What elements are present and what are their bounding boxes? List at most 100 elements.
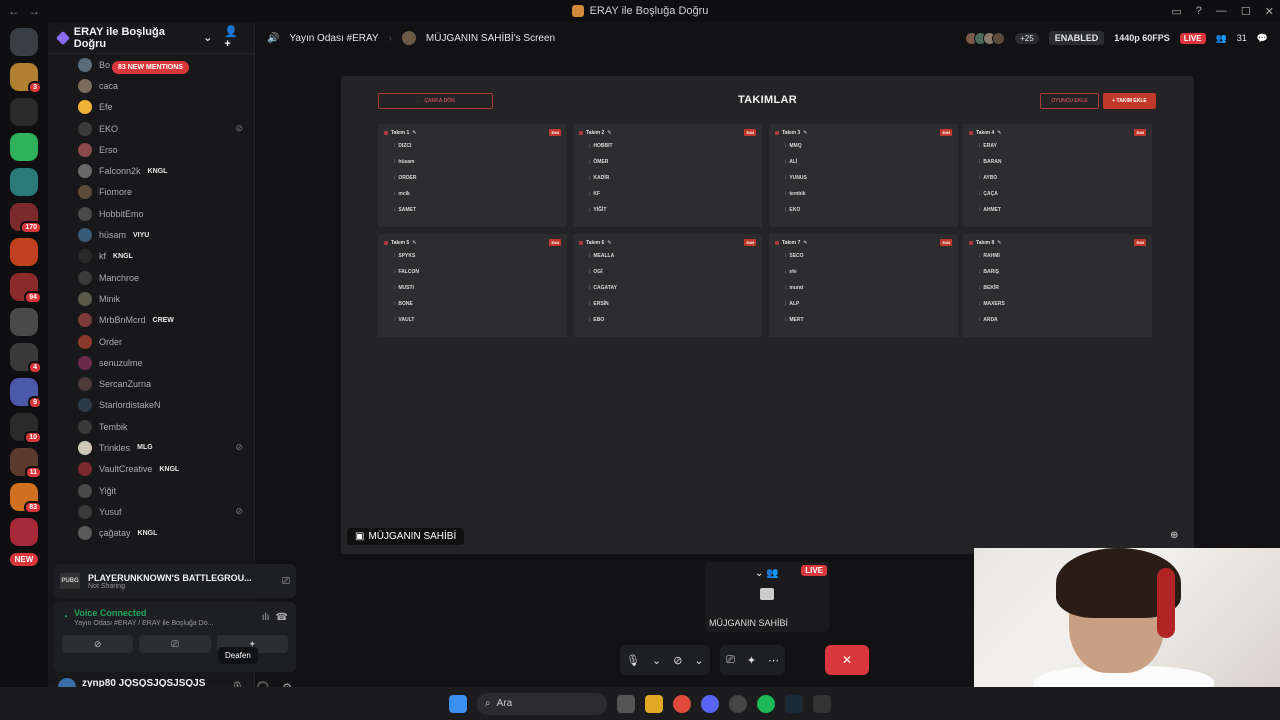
member-item[interactable]: VaultCreative KNGL [48,459,255,480]
taskbar-search[interactable]: ⌕ Ara [477,692,607,715]
microphone-icon[interactable]: 🎙 [626,654,640,667]
zoom-icon[interactable]: ⊕ [1170,530,1178,541]
member-item[interactable]: Tembik [48,416,255,437]
member-item[interactable]: hüsam VIYU [48,224,255,245]
maximize-icon[interactable]: ☐ [1241,5,1251,18]
disconnect-icon[interactable]: ☎ [276,612,288,623]
member-item[interactable]: SercanZurna [48,373,255,394]
app-icon[interactable] [729,694,747,713]
player-item[interactable]: KF [587,191,756,197]
folder-icon[interactable] [645,694,663,713]
player-item[interactable]: RAHMI [977,253,1146,259]
player-item[interactable]: BARIŞ [977,269,1146,275]
server-icon[interactable]: 94 [10,273,42,304]
player-item[interactable]: CAGATAY [587,285,756,291]
member-item[interactable]: Yusuf ⊘ [48,501,255,522]
player-item[interactable]: AYBO [977,175,1146,181]
camera-off-icon[interactable]: ⊘ [673,654,682,667]
player-item[interactable]: mclk [392,191,561,197]
viewer-more-count[interactable]: +25 [1015,32,1039,44]
server-icon[interactable] [10,168,38,196]
pencil-icon[interactable]: ✎ [997,130,1001,136]
player-item[interactable]: OGİ [587,269,756,275]
player-item[interactable]: FALCON [392,269,561,275]
member-item[interactable]: Yiğit [48,480,255,501]
chevron-down-icon[interactable]: ⌄ [694,654,703,667]
close-icon[interactable]: ✕ [1265,5,1274,18]
minimize-icon[interactable]: — [1216,5,1227,17]
server-icon[interactable]: 10 [10,413,42,444]
server-icon[interactable]: 3 [10,63,42,94]
pencil-icon[interactable]: ✎ [997,240,1001,246]
member-item[interactable]: HobbitEmo [48,203,255,224]
player-item[interactable]: SECO [783,253,952,259]
player-item[interactable]: ÖMER [587,159,756,165]
member-item[interactable]: Trinkles MLG ⊘ [48,437,255,458]
edit-team-button[interactable]: Edit [744,239,756,246]
player-item[interactable]: efe [783,269,952,275]
back-arrow-icon[interactable]: ← [8,4,20,18]
player-item[interactable]: ERSİN [587,301,756,307]
player-item[interactable]: HOBBIT [587,143,756,149]
add-player-button[interactable]: OYUNCU EKLE [1040,93,1099,109]
server-icon[interactable]: 83 [10,483,42,514]
activities-icon[interactable]: ✦ [747,654,756,667]
player-item[interactable]: AHMET [977,207,1146,213]
edit-team-button[interactable]: Edit [940,239,952,246]
channel-name[interactable]: Yayın Odası #ERAY [289,33,378,44]
pencil-icon[interactable]: ✎ [607,130,611,136]
help-icon[interactable]: ? [1196,5,1202,17]
member-item[interactable]: senuzulme [48,352,255,373]
player-item[interactable]: SAMET [392,207,561,213]
player-item[interactable]: EBO [587,317,756,323]
member-item[interactable]: çağatay KNGL [48,523,255,544]
viewer-avatars[interactable] [965,31,1006,45]
people-icon[interactable]: ⌄ 👥 [755,568,779,579]
server-icon[interactable] [10,133,38,161]
chevron-down-icon[interactable]: ⌄ [652,654,661,667]
pencil-icon[interactable]: ✎ [803,240,807,246]
edit-team-button[interactable]: Edit [1134,239,1146,246]
edit-team-button[interactable]: Edit [549,129,561,136]
player-item[interactable]: BARAN [977,159,1146,165]
invite-user-icon[interactable]: 👤+ [224,25,244,50]
inbox-icon[interactable]: ▭ [1171,5,1181,18]
player-item[interactable]: ERAY [977,143,1146,149]
home-server-icon[interactable] [10,28,38,56]
player-item[interactable]: KADİR [587,175,756,181]
pencil-icon[interactable]: ✎ [412,130,416,136]
player-item[interactable]: tembik [783,191,952,197]
player-item[interactable]: BEKİR [977,285,1146,291]
member-item[interactable]: Manchroe [48,267,255,288]
discord-icon[interactable] [701,694,719,713]
server-icon[interactable]: 170 [10,203,42,234]
player-item[interactable]: ÇAÇA [977,191,1146,197]
member-item[interactable]: Minik [48,288,255,309]
server-icon[interactable]: 4 [10,343,42,374]
edit-team-button[interactable]: Edit [744,129,756,136]
player-item[interactable]: VAULT [392,317,561,323]
spotify-icon[interactable] [757,694,775,713]
player-item[interactable]: DIZCI [392,143,561,149]
screen-share-icon[interactable]: ⎚ [282,576,290,587]
server-icon[interactable]: 11 [10,448,42,479]
start-icon[interactable] [449,694,467,713]
pencil-icon[interactable]: ✎ [803,130,807,136]
player-item[interactable]: MEALLA [587,253,756,259]
pencil-icon[interactable]: ✎ [607,240,611,246]
member-item[interactable]: Falconn2k KNGL [48,160,255,181]
player-item[interactable]: YİĞİT [587,207,756,213]
player-item[interactable]: ARDA [977,317,1146,323]
player-item[interactable]: MAXERS [977,301,1146,307]
player-item[interactable]: murat [783,285,952,291]
participant-tile[interactable]: LIVE ⌄ 👥 MÜJGANIN SAHİBİ [705,562,829,632]
noise-suppression-icon[interactable]: ılı [262,612,270,623]
member-item[interactable]: kf KNGL [48,246,255,267]
member-item[interactable]: Fiomore [48,182,255,203]
chrome-icon[interactable] [673,694,691,713]
player-item[interactable]: BONE [392,301,561,307]
player-item[interactable]: ALP [783,301,952,307]
app-icon[interactable] [813,694,831,713]
edit-team-button[interactable]: Edit [940,129,952,136]
player-item[interactable]: YUNUS [783,175,952,181]
